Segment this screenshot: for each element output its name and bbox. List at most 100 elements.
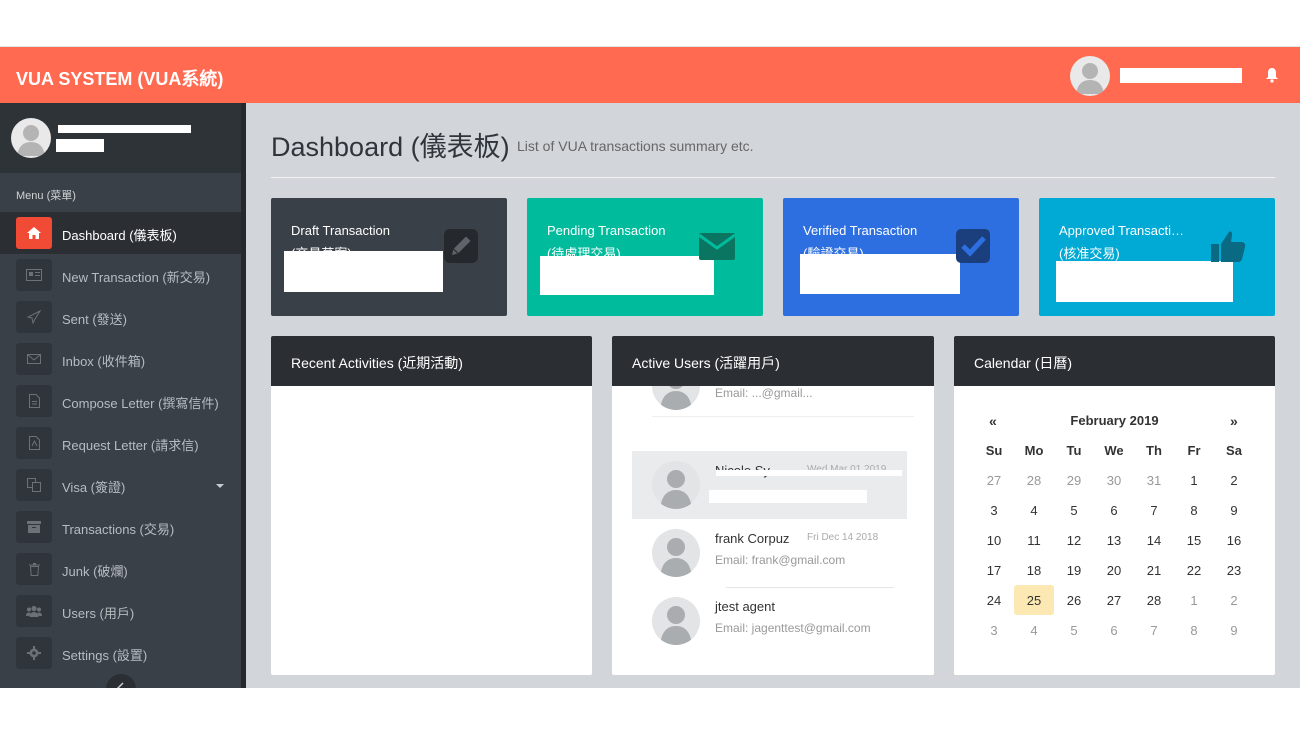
calendar-week-row: 17 18 19 20 21 22 23 (974, 555, 1254, 585)
calendar-day[interactable]: 8 (1174, 615, 1214, 645)
calendar-day[interactable]: 13 (1094, 525, 1134, 555)
bell-icon[interactable] (1265, 67, 1279, 83)
list-item[interactable]: frank Corpuz Fri Dec 14 2018 Email: fran… (632, 519, 914, 587)
calendar-day[interactable]: 17 (974, 555, 1014, 585)
calendar-week-row: 24 25 26 27 28 1 2 (974, 585, 1254, 615)
sidebar: Menu (菜單) Dashboard (儀表板) New Transactio… (0, 103, 246, 688)
sidebar-item-settings[interactable]: Settings (設置) (0, 632, 241, 674)
chevron-down-icon[interactable] (216, 484, 224, 488)
calendar-day[interactable]: 29 (1054, 465, 1094, 495)
sidebar-menu: Dashboard (儀表板) New Transaction (新交易) Se… (0, 212, 241, 674)
menu-title: Menu (菜單) (16, 190, 76, 202)
stat-label: Approved Transacti… (核准交易) (1059, 219, 1184, 265)
calendar-day[interactable]: 18 (1014, 555, 1054, 585)
user-list[interactable]: Email: ...@gmail... Nicole Sy Wed Mar 01… (632, 386, 914, 675)
stat-draft-transaction[interactable]: Draft Transaction(交易草案) (271, 198, 507, 316)
calendar-day[interactable]: 8 (1174, 495, 1214, 525)
calendar-day[interactable]: 2 (1214, 585, 1254, 615)
calendar-day[interactable]: 21 (1134, 555, 1174, 585)
calendar-day[interactable]: 4 (1014, 495, 1054, 525)
calendar-day[interactable]: 15 (1174, 525, 1214, 555)
sidebar-item-sent[interactable]: Sent (發送) (0, 296, 241, 338)
list-item[interactable]: Nicole Sy Wed Mar 01 2019 (632, 451, 907, 519)
calendar-weekday: Sa (1226, 442, 1242, 458)
calendar-prev-button[interactable]: « (989, 413, 997, 429)
calendar-day[interactable]: 16 (1214, 525, 1254, 555)
calendar-day[interactable]: 3 (974, 495, 1014, 525)
calendar-day[interactable]: 12 (1054, 525, 1094, 555)
user-name: frank Corpuz (715, 531, 790, 546)
user-email: Email: jagenttest@gmail.com (715, 621, 871, 635)
sidebar-item-inbox[interactable]: Inbox (收件箱) (0, 338, 241, 380)
stat-title: Verified Transaction (803, 223, 918, 238)
sidebar-item-dashboard[interactable]: Dashboard (儀表板) (0, 212, 241, 254)
calendar-day[interactable]: 2 (1214, 465, 1254, 495)
divider (652, 416, 914, 417)
calendar-next-button[interactable]: » (1230, 413, 1238, 429)
sidebar-collapse-button[interactable] (106, 674, 136, 688)
redaction (716, 470, 902, 476)
sidebar-item-users[interactable]: Users (用戶) (0, 590, 241, 632)
sidebar-item-transactions[interactable]: Transactions (交易) (0, 506, 241, 548)
calendar-day[interactable]: 14 (1134, 525, 1174, 555)
calendar-day[interactable]: 23 (1214, 555, 1254, 585)
calendar-day[interactable]: 25 (1014, 585, 1054, 615)
stat-title: Approved Transacti… (1059, 223, 1185, 238)
sidebar-item-label: Junk (破爛) (62, 564, 128, 579)
calendar-day[interactable]: 27 (974, 465, 1014, 495)
profile-name-redacted (58, 125, 191, 133)
calendar-day[interactable]: 5 (1054, 615, 1094, 645)
calendar-day[interactable]: 4 (1014, 615, 1054, 645)
main-content: Dashboard (儀表板) List of VUA transactions… (246, 103, 1300, 688)
calendar-day[interactable]: 30 (1094, 465, 1134, 495)
sidebar-profile[interactable] (0, 103, 241, 173)
calendar-day[interactable]: 11 (1014, 525, 1054, 555)
calendar-weekday: Mo (1024, 442, 1044, 458)
user-avatar[interactable] (1070, 56, 1110, 96)
calendar-day[interactable]: 22 (1174, 555, 1214, 585)
calendar-day[interactable]: 27 (1094, 585, 1134, 615)
active-users-panel: Active Users (活躍用戶) Email: ...@gmail... … (612, 336, 934, 675)
calendar-day[interactable]: 28 (1014, 465, 1054, 495)
calendar-day[interactable]: 28 (1134, 585, 1174, 615)
calendar-day[interactable]: 1 (1174, 585, 1214, 615)
list-item[interactable]: Email: ...@gmail... (632, 386, 914, 420)
calendar-weekday: Tu (1066, 442, 1082, 458)
calendar-day[interactable]: 1 (1174, 465, 1214, 495)
sidebar-item-compose-letter[interactable]: Compose Letter (撰寫信件) (0, 380, 241, 422)
profile-role-redacted (56, 139, 104, 152)
user-date: Fri Dec 14 2018 (807, 532, 879, 543)
sidebar-item-new-transaction[interactable]: New Transaction (新交易) (0, 254, 241, 296)
calendar-day[interactable]: 26 (1054, 585, 1094, 615)
calendar-month: February 2019 (1070, 413, 1159, 428)
calendar-day[interactable]: 19 (1054, 555, 1094, 585)
stat-verified-transaction[interactable]: Verified Transaction(驗證交易) (783, 198, 1019, 316)
calendar-day[interactable]: 5 (1054, 495, 1094, 525)
page-subtitle: List of VUA transactions summary etc. (517, 138, 754, 154)
calendar-day[interactable]: 7 (1134, 495, 1174, 525)
stat-approved-transaction[interactable]: Approved Transacti… (核准交易) (1039, 198, 1275, 316)
calendar-day[interactable]: 6 (1094, 495, 1134, 525)
app-title[interactable]: VUA SYSTEM (VUA系統) (16, 65, 223, 91)
calendar-day[interactable]: 6 (1094, 615, 1134, 645)
avatar (652, 529, 700, 577)
sidebar-item-label: Settings (設置) (62, 648, 148, 663)
sidebar-item-request-letter[interactable]: Request Letter (請求信) (0, 422, 241, 464)
list-item[interactable]: jtest agent Email: jagenttest@gmail.com (632, 587, 914, 655)
redaction (709, 490, 867, 503)
calendar-day[interactable]: 7 (1134, 615, 1174, 645)
panel-title: Active Users (活躍用戶) (612, 336, 934, 386)
pdf-icon (16, 427, 52, 459)
calendar-weekday: Fr (1187, 442, 1201, 458)
calendar-day[interactable]: 9 (1214, 495, 1254, 525)
calendar-day[interactable]: 20 (1094, 555, 1134, 585)
calendar-day[interactable]: 9 (1214, 615, 1254, 645)
calendar-day[interactable]: 31 (1134, 465, 1174, 495)
calendar-day[interactable]: 3 (974, 615, 1014, 645)
sidebar-item-junk[interactable]: Junk (破爛) (0, 548, 241, 590)
check-icon (956, 229, 990, 263)
calendar-day[interactable]: 24 (974, 585, 1014, 615)
calendar-day[interactable]: 10 (974, 525, 1014, 555)
sidebar-item-visa[interactable]: Visa (簽證) (0, 464, 241, 506)
stat-pending-transaction[interactable]: Pending Transaction (待處理交易) (527, 198, 763, 316)
